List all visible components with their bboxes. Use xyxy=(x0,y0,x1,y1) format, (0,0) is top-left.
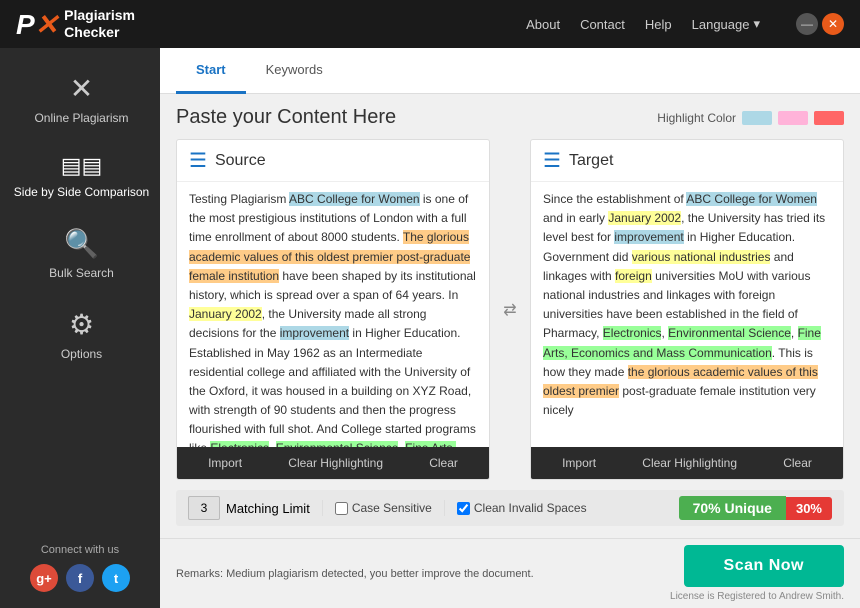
x-icon: ✕ xyxy=(70,72,93,105)
logo-text: Plagiarism Checker xyxy=(64,7,135,41)
tabs: Start Keywords xyxy=(160,48,860,94)
target-panel-header: ☰ Target xyxy=(531,140,843,182)
target-import-button[interactable]: Import xyxy=(554,454,604,472)
tab-keywords[interactable]: Keywords xyxy=(246,48,343,94)
bottom-bar: Remarks: Medium plagiarism detected, you… xyxy=(160,538,860,608)
sidebar-item-options[interactable]: ⚙ Options xyxy=(0,294,160,375)
source-panel-title: Source xyxy=(215,152,266,170)
logo: P✕ Plagiarism Checker xyxy=(16,7,135,41)
title-row: Paste your Content Here Highlight Color xyxy=(176,106,844,129)
language-button[interactable]: Language ▾ xyxy=(692,16,760,32)
chevron-down-icon: ▾ xyxy=(753,16,760,32)
plagiarism-percentage: 30% xyxy=(786,497,832,520)
gear-icon: ⚙ xyxy=(69,308,94,341)
divider-2 xyxy=(444,500,445,516)
target-doc-icon: ☰ xyxy=(543,148,561,173)
swap-icon[interactable]: ⇄ xyxy=(503,300,516,320)
highlight-label: Highlight Color xyxy=(657,111,736,125)
sidebar-label-online: Online Plagiarism xyxy=(34,111,128,125)
matching-limit-box: Matching Limit xyxy=(188,496,310,520)
twitter-icon[interactable]: t xyxy=(102,564,130,592)
unique-percentage: 70% Unique xyxy=(679,496,786,520)
compare-icon: ▤▤ xyxy=(61,153,103,179)
matching-limit-label: Matching Limit xyxy=(226,501,310,516)
case-sensitive-checkbox[interactable] xyxy=(335,502,348,515)
target-clear-highlighting-button[interactable]: Clear Highlighting xyxy=(634,454,745,472)
window-controls: — ✕ xyxy=(796,13,844,35)
tab-start[interactable]: Start xyxy=(176,48,246,94)
source-clear-button[interactable]: Clear xyxy=(421,454,466,472)
minimize-button[interactable]: — xyxy=(796,13,818,35)
color-swatch-cyan[interactable] xyxy=(742,111,772,125)
license-text: License is Registered to Andrew Smith. xyxy=(670,591,844,602)
facebook-icon[interactable]: f xyxy=(66,564,94,592)
social-icons: g+ f t xyxy=(30,564,130,592)
content-area: Start Keywords Paste your Content Here H… xyxy=(160,48,860,608)
matching-limit-input[interactable] xyxy=(188,496,220,520)
sidebar-label-options: Options xyxy=(61,347,102,361)
scan-now-button[interactable]: Scan Now xyxy=(684,545,844,587)
sidebar-item-bulk-search[interactable]: 🔍 Bulk Search xyxy=(0,213,160,294)
source-panel-header: ☰ Source xyxy=(177,140,489,182)
clean-spaces-label[interactable]: Clean Invalid Spaces xyxy=(457,501,587,515)
remarks-text: Remarks: Medium plagiarism detected, you… xyxy=(176,568,534,580)
source-doc-icon: ☰ xyxy=(189,148,207,173)
target-clear-button[interactable]: Clear xyxy=(775,454,820,472)
swap-col: ⇄ xyxy=(500,139,520,480)
color-swatch-pink[interactable] xyxy=(778,111,808,125)
connect-section: Connect with us g+ f t xyxy=(14,528,146,608)
target-panel-content[interactable]: Since the establishment of ABC College f… xyxy=(531,182,843,447)
source-clear-highlighting-button[interactable]: Clear Highlighting xyxy=(280,454,391,472)
close-button[interactable]: ✕ xyxy=(822,13,844,35)
unique-bar: 70% Unique 30% xyxy=(679,496,832,520)
sidebar-item-online-plagiarism[interactable]: ✕ Online Plagiarism xyxy=(0,58,160,139)
color-swatch-red[interactable] xyxy=(814,111,844,125)
source-panel: ☰ Source Testing Plagiarism ABC College … xyxy=(176,139,490,480)
main-layout: ✕ Online Plagiarism ▤▤ Side by Side Comp… xyxy=(0,48,860,608)
content-body: Paste your Content Here Highlight Color … xyxy=(160,94,860,538)
header: P✕ Plagiarism Checker About Contact Help… xyxy=(0,0,860,48)
target-panel-title: Target xyxy=(569,152,613,170)
divider-1 xyxy=(322,500,323,516)
target-panel-footer: Import Clear Highlighting Clear xyxy=(531,447,843,479)
sidebar-item-side-by-side[interactable]: ▤▤ Side by Side Comparison xyxy=(0,139,160,213)
source-panel-footer: Import Clear Highlighting Clear xyxy=(177,447,489,479)
options-row: Matching Limit Case Sensitive Clean Inva… xyxy=(176,490,844,526)
search-icon: 🔍 xyxy=(64,227,99,260)
source-import-button[interactable]: Import xyxy=(200,454,250,472)
page-title: Paste your Content Here xyxy=(176,106,396,129)
about-link[interactable]: About xyxy=(526,17,560,32)
panels-row: ☰ Source Testing Plagiarism ABC College … xyxy=(176,139,844,480)
connect-label: Connect with us xyxy=(41,544,119,556)
sidebar-label-side: Side by Side Comparison xyxy=(14,185,149,199)
google-plus-icon[interactable]: g+ xyxy=(30,564,58,592)
sidebar-label-bulk: Bulk Search xyxy=(49,266,114,280)
logo-icon: P✕ xyxy=(16,8,58,41)
clean-spaces-checkbox[interactable] xyxy=(457,502,470,515)
case-sensitive-label[interactable]: Case Sensitive xyxy=(335,501,432,515)
sidebar: ✕ Online Plagiarism ▤▤ Side by Side Comp… xyxy=(0,48,160,608)
contact-link[interactable]: Contact xyxy=(580,17,625,32)
highlight-color-row: Highlight Color xyxy=(657,111,844,125)
target-panel: ☰ Target Since the establishment of ABC … xyxy=(530,139,844,480)
help-link[interactable]: Help xyxy=(645,17,672,32)
source-panel-content[interactable]: Testing Plagiarism ABC College for Women… xyxy=(177,182,489,447)
header-nav: About Contact Help Language ▾ — ✕ xyxy=(526,13,844,35)
